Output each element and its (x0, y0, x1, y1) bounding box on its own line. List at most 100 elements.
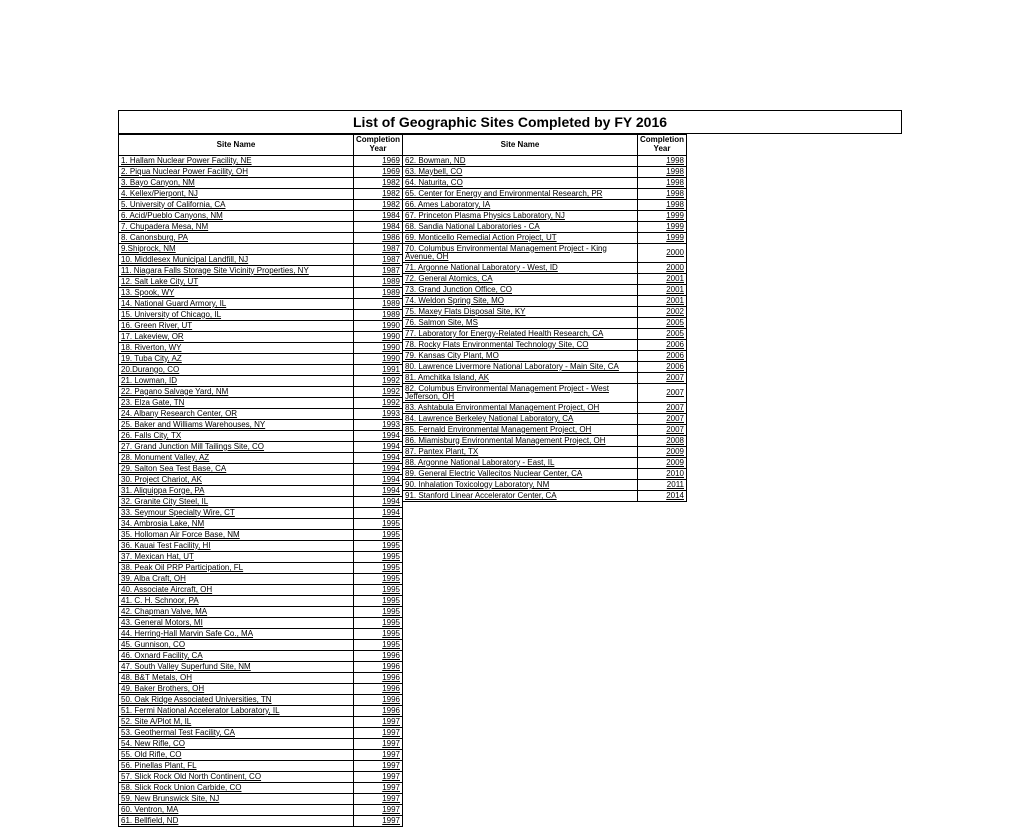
completion-year-cell: 2007 (638, 372, 687, 383)
site-name-cell: 5. University of California, CA (119, 199, 354, 210)
table-row: 77. Laboratory for Energy-Related Health… (403, 328, 686, 339)
site-name-cell: 42. Chapman Valve, MA (119, 606, 354, 617)
site-name-cell: 53. Geothermal Test Facility, CA (119, 727, 354, 738)
site-name-cell: 67. Princeton Plasma Physics Laboratory,… (403, 210, 638, 221)
table-row: 32. Granite City Steel, IL1994 (119, 496, 402, 507)
site-name-cell: 30. Project Chariot, AK (119, 474, 354, 485)
site-name-cell: 71. Argonne National Laboratory - West, … (403, 262, 638, 273)
table-row: 25. Baker and Williams Warehouses, NY199… (119, 419, 402, 430)
completion-year-cell: 1995 (354, 518, 403, 529)
site-name-cell: 77. Laboratory for Energy-Related Health… (403, 328, 638, 339)
table-row: 40. Associate Aircraft, OH1995 (119, 584, 402, 595)
site-name-cell: 31. Aliquippa Forge, PA (119, 485, 354, 496)
completion-year-cell: 1992 (354, 375, 403, 386)
table-row: 8. Canonsburg, PA1986 (119, 232, 402, 243)
header-row: Site Name Completion Year (403, 135, 686, 156)
site-name-cell: 62. Bowman, ND (403, 155, 638, 166)
table-row: 83. Ashtabula Environmental Management P… (403, 402, 686, 413)
site-name-cell: 33. Seymour Specialty Wire, CT (119, 507, 354, 518)
site-name-cell: 75. Maxey Flats Disposal Site, KY (403, 306, 638, 317)
table-row: 89. General Electric Vallecitos Nuclear … (403, 468, 686, 479)
completion-year-cell: 1994 (354, 496, 403, 507)
table-row: 67. Princeton Plasma Physics Laboratory,… (403, 210, 686, 221)
site-name-cell: 24. Albany Research Center, OR (119, 408, 354, 419)
completion-year-cell: 2009 (638, 446, 687, 457)
completion-year-cell: 1987 (354, 254, 403, 265)
completion-year-cell: 1996 (354, 705, 403, 716)
completion-year-cell: 2001 (638, 284, 687, 295)
completion-year-cell: 1996 (354, 683, 403, 694)
site-name-cell: 63. Maybell, CO (403, 166, 638, 177)
site-name-cell: 74. Weldon Spring Site, MO (403, 295, 638, 306)
completion-year-cell: 2000 (638, 243, 687, 262)
completion-year-cell: 1995 (354, 628, 403, 639)
table-row: 3. Bayo Canyon, NM1982 (119, 177, 402, 188)
site-name-cell: 57. Slick Rock Old North Continent, CO (119, 771, 354, 782)
completion-year-cell: 1994 (354, 441, 403, 452)
completion-year-cell: 1997 (354, 738, 403, 749)
columns-wrap: Site Name Completion Year 1. Hallam Nucl… (118, 134, 902, 827)
site-name-cell: 85. Fernald Environmental Management Pro… (403, 424, 638, 435)
site-name-cell: 1. Hallam Nuclear Power Facility, NE (119, 155, 354, 166)
table-row: 62. Bowman, ND1998 (403, 155, 686, 166)
site-name-cell: 8. Canonsburg, PA (119, 232, 354, 243)
table-row: 68. Sandia National Laboratories - CA199… (403, 221, 686, 232)
table-row: 38. Peak Oil PRP Participation, FL1995 (119, 562, 402, 573)
table-row: 61. Bellfield, ND1997 (119, 815, 402, 826)
site-name-cell: 82. Columbus Environmental Management Pr… (403, 383, 638, 402)
completion-year-cell: 1996 (354, 694, 403, 705)
completion-year-cell: 1997 (354, 771, 403, 782)
completion-year-cell: 1982 (354, 188, 403, 199)
completion-year-cell: 1989 (354, 298, 403, 309)
table-row: 10. Middlesex Municipal Landfill, NJ1987 (119, 254, 402, 265)
table-row: 11. Niagara Falls Storage Site Vicinity … (119, 265, 402, 276)
completion-year-cell: 1989 (354, 309, 403, 320)
completion-year-cell: 1995 (354, 639, 403, 650)
table-row: 33. Seymour Specialty Wire, CT1994 (119, 507, 402, 518)
right-table: Site Name Completion Year 62. Bowman, ND… (403, 134, 686, 501)
completion-year-cell: 1995 (354, 584, 403, 595)
table-row: 55. Old Rifle, CO1997 (119, 749, 402, 760)
table-row: 31. Aliquippa Forge, PA1994 (119, 485, 402, 496)
table-row: 9.Shiprock, NM1987 (119, 243, 402, 254)
table-row: 36. Kauai Test Facility, HI1995 (119, 540, 402, 551)
left-table: Site Name Completion Year 1. Hallam Nucl… (119, 134, 402, 826)
site-name-cell: 36. Kauai Test Facility, HI (119, 540, 354, 551)
site-name-cell: 73. Grand Junction Office, CO (403, 284, 638, 295)
completion-year-cell: 1998 (638, 188, 687, 199)
completion-year-cell: 1984 (354, 221, 403, 232)
table-row: 13. Spook, WY1989 (119, 287, 402, 298)
completion-year-cell: 1995 (354, 562, 403, 573)
completion-year-cell: 1989 (354, 287, 403, 298)
completion-year-cell: 2011 (638, 479, 687, 490)
site-name-cell: 87. Pantex Plant, TX (403, 446, 638, 457)
completion-year-cell: 2009 (638, 457, 687, 468)
site-name-cell: 7. Chupadera Mesa, NM (119, 221, 354, 232)
site-name-cell: 34. Ambrosia Lake, NM (119, 518, 354, 529)
table-row: 6. Acid/Pueblo Canyons, NM1984 (119, 210, 402, 221)
table-row: 45. Gunnison, CO1995 (119, 639, 402, 650)
table-row: 54. New Rifle, CO1997 (119, 738, 402, 749)
table-row: 34. Ambrosia Lake, NM1995 (119, 518, 402, 529)
site-name-cell: 43. General Motors, MI (119, 617, 354, 628)
completion-year-cell: 1994 (354, 474, 403, 485)
site-name-cell: 23. Elza Gate, TN (119, 397, 354, 408)
site-name-cell: 56. Pinellas Plant, FL (119, 760, 354, 771)
completion-year-cell: 1997 (354, 749, 403, 760)
site-name-cell: 66. Ames Laboratory, IA (403, 199, 638, 210)
table-row: 16. Green River, UT1990 (119, 320, 402, 331)
completion-year-cell: 1994 (354, 430, 403, 441)
table-row: 63. Maybell, CO1998 (403, 166, 686, 177)
completion-year-cell: 2008 (638, 435, 687, 446)
completion-year-cell: 1994 (354, 507, 403, 518)
site-name-cell: 12. Salt Lake City, UT (119, 276, 354, 287)
site-name-cell: 59. New Brunswick Site, NJ (119, 793, 354, 804)
site-name-cell: 47. South Valley Superfund Site, NM (119, 661, 354, 672)
site-name-cell: 76. Salmon Site, MS (403, 317, 638, 328)
table-row: 37. Mexican Hat, UT1995 (119, 551, 402, 562)
site-name-cell: 54. New Rifle, CO (119, 738, 354, 749)
table-row: 44. Herring-Hall Marvin Safe Co., MA1995 (119, 628, 402, 639)
site-name-cell: 15. University of Chicago, IL (119, 309, 354, 320)
table-row: 1. Hallam Nuclear Power Facility, NE1969 (119, 155, 402, 166)
site-name-cell: 44. Herring-Hall Marvin Safe Co., MA (119, 628, 354, 639)
